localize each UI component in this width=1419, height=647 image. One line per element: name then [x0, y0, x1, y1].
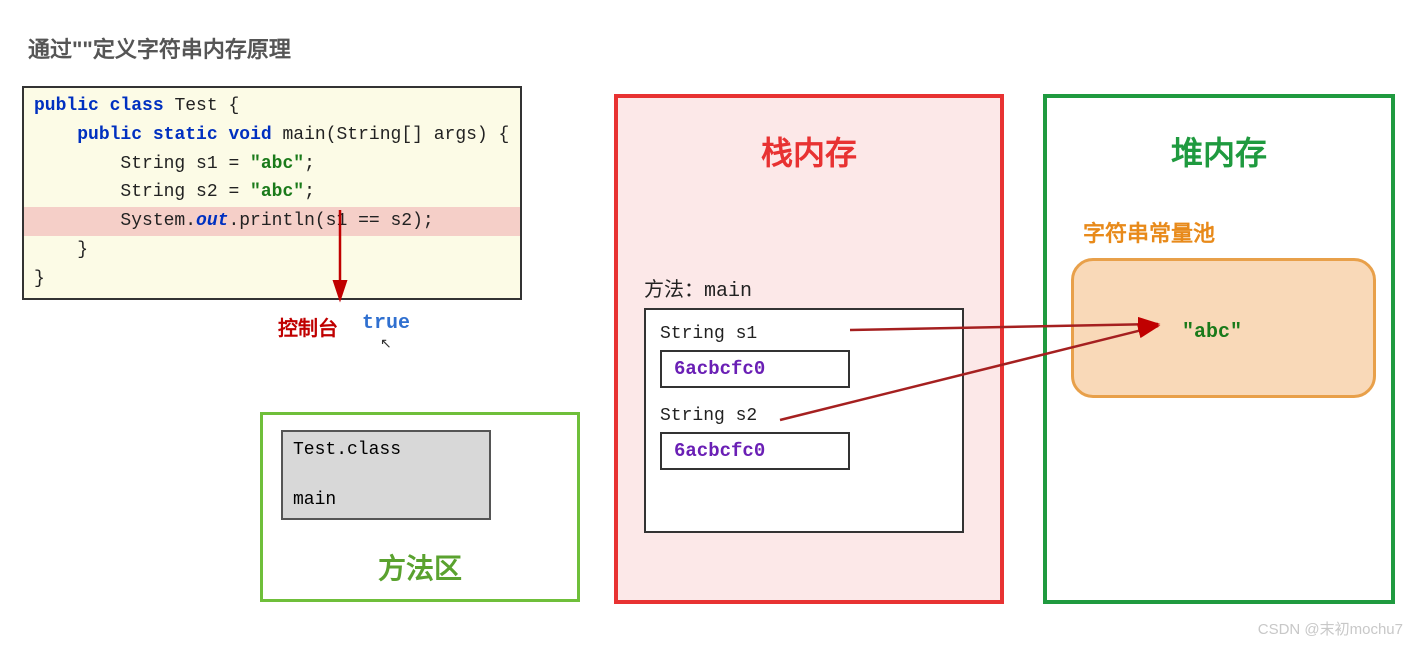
kw-public: public	[34, 96, 99, 116]
code-line-3: String s1 = "abc";	[24, 150, 520, 179]
var-s2-address: 6acbcfc0	[660, 432, 850, 470]
string-pool-label: 字符串常量池	[1083, 216, 1215, 248]
pooled-string-abc: "abc"	[1182, 321, 1242, 344]
s2-literal: "abc"	[250, 182, 304, 202]
heap-title: 堆内存	[1047, 128, 1391, 174]
code-block: public class Test { public static void m…	[22, 86, 522, 300]
stack-frame-box: String s1 6acbcfc0 String s2 6acbcfc0	[644, 308, 964, 533]
method-area-title: 方法区	[263, 547, 577, 587]
console-label: 控制台	[278, 312, 338, 341]
code-line-5-highlighted: System.out.println(s1 == s2);	[24, 207, 520, 236]
method-frame-label: 方法：main	[644, 273, 752, 303]
method-area-box: Test.class main 方法区	[260, 412, 580, 602]
s2-decl: String s2 =	[120, 182, 250, 202]
class-name: Test {	[174, 96, 239, 116]
loaded-class-name: Test.class	[293, 440, 479, 460]
code-line-4: String s2 = "abc";	[24, 178, 520, 207]
stack-memory-box: 栈内存 方法：main String s1 6acbcfc0 String s2…	[614, 94, 1004, 604]
console-output-value: true	[362, 312, 410, 335]
var-s1-label: String s1	[660, 324, 948, 344]
var-s2-label: String s2	[660, 406, 948, 426]
kw-class: class	[110, 96, 164, 116]
cursor-icon: ↖	[380, 335, 392, 352]
stack-title: 栈内存	[618, 128, 1000, 174]
watermark: CSDN @末初mochu7	[1258, 618, 1403, 639]
kw-void: void	[228, 125, 271, 145]
heap-memory-box: 堆内存 字符串常量池 "abc"	[1043, 94, 1395, 604]
out-field: out	[196, 211, 228, 231]
s1-decl: String s1 =	[120, 154, 250, 174]
s1-literal: "abc"	[250, 154, 304, 174]
string-pool-box: "abc"	[1071, 258, 1376, 398]
code-line-2: public static void main(String[] args) {	[24, 121, 520, 150]
code-line-6: }	[24, 236, 520, 265]
kw-static: static	[153, 125, 218, 145]
code-line-1: public class Test {	[24, 92, 520, 121]
main-sig: main(String[] args) {	[283, 125, 510, 145]
loaded-method-name: main	[293, 490, 479, 510]
class-loaded-box: Test.class main	[281, 430, 491, 520]
diagram-title: 通过""定义字符串内存原理	[28, 32, 291, 64]
code-line-7: }	[24, 265, 520, 294]
kw-public: public	[77, 125, 142, 145]
var-s1-address: 6acbcfc0	[660, 350, 850, 388]
